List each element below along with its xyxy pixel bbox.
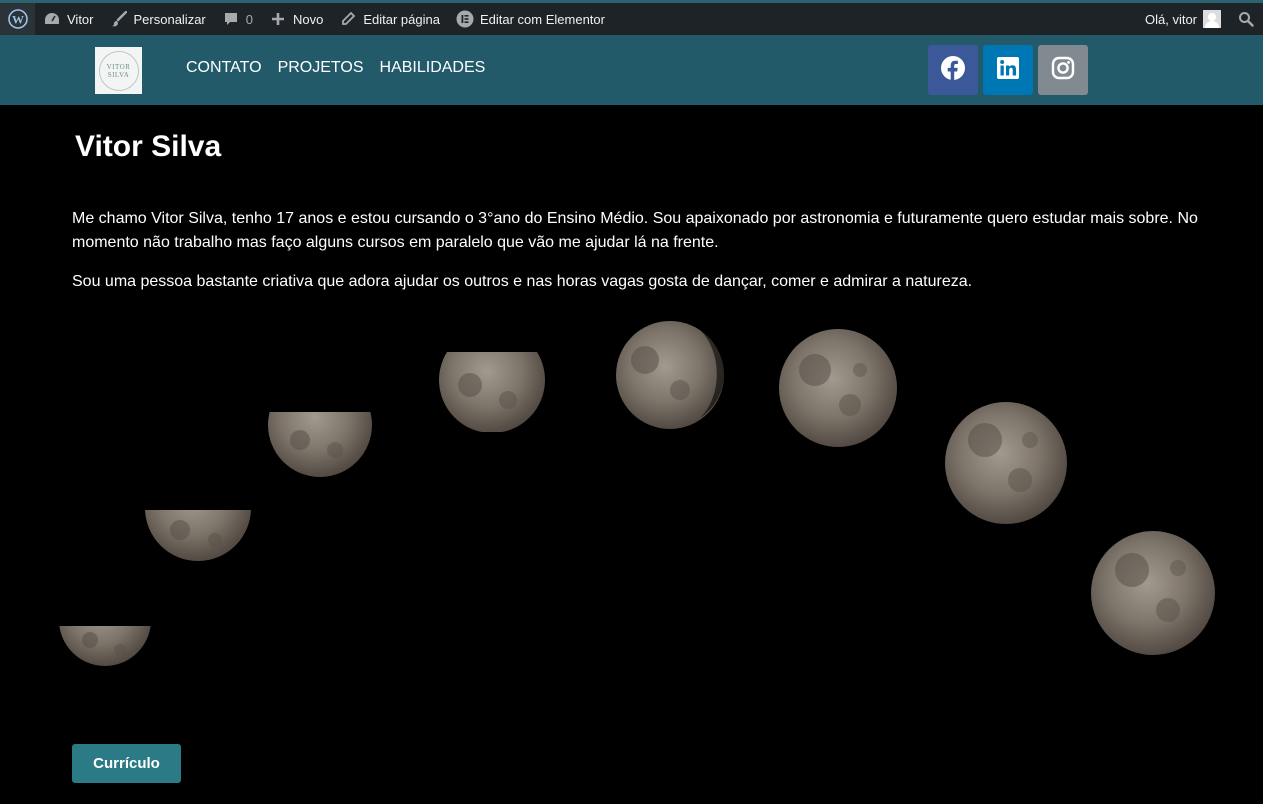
greeting-label: Olá, vitor <box>1144 11 1197 27</box>
site-name-label: Vitor <box>67 11 94 27</box>
pencil-icon <box>339 10 357 28</box>
new-content-menu[interactable]: Novo <box>261 3 331 35</box>
paintbrush-icon <box>110 10 128 28</box>
new-label: Novo <box>293 11 324 27</box>
logo-emblem: VITOR SILVA <box>98 50 139 91</box>
plus-icon <box>269 10 287 28</box>
linkedin-button[interactable] <box>983 45 1033 95</box>
moon-3 <box>268 412 372 477</box>
comment-icon <box>222 10 240 28</box>
instagram-button[interactable] <box>1038 45 1088 95</box>
logo-line-1: VITOR <box>106 62 131 71</box>
search-icon <box>1237 10 1255 28</box>
nav-item-habilidades[interactable]: HABILIDADES <box>380 59 486 77</box>
site-header: VITOR SILVA CONTATO PROJETOS HABILIDADES <box>0 35 1263 105</box>
edit-elementor-label: Editar com Elementor <box>479 11 605 27</box>
moon-phases-image <box>59 321 1215 666</box>
edit-page-menu[interactable]: Editar página <box>331 3 448 35</box>
wordpress-logo-icon[interactable]: W <box>0 3 35 35</box>
linkedin-icon <box>997 56 1019 84</box>
my-account-menu[interactable]: Olá, vitor <box>1137 3 1229 35</box>
site-name-menu[interactable]: Vitor <box>35 3 102 35</box>
nav-item-contato[interactable]: CONTATO <box>186 59 262 77</box>
moon-1 <box>59 626 151 666</box>
svg-text:W: W <box>12 13 24 27</box>
moon-4 <box>439 352 545 432</box>
instagram-icon <box>1051 56 1075 85</box>
intro-paragraph-2: Sou uma pessoa bastante criativa que ado… <box>72 273 973 290</box>
moon-8 <box>1091 531 1215 655</box>
admin-search[interactable] <box>1229 3 1263 35</box>
moon-7 <box>945 402 1067 524</box>
elementor-icon <box>456 10 474 28</box>
social-icons <box>928 45 1088 95</box>
edit-elementor-menu[interactable]: Editar com Elementor <box>448 3 613 35</box>
dashboard-icon <box>43 10 61 28</box>
site-logo[interactable]: VITOR SILVA <box>95 47 142 94</box>
moon-2 <box>145 510 251 561</box>
comments-menu[interactable]: 0 <box>214 3 261 35</box>
admin-bar: W Vitor Personalizar 0 Novo Editar págin… <box>0 0 1263 35</box>
customize-menu[interactable]: Personalizar <box>102 3 214 35</box>
comments-count: 0 <box>245 11 253 27</box>
edit-page-label: Editar página <box>363 11 440 27</box>
logo-line-2: SILVA <box>107 70 130 79</box>
nav-item-projetos[interactable]: PROJETOS <box>278 59 364 77</box>
page-title: Vitor Silva <box>75 130 222 163</box>
customize-label: Personalizar <box>133 11 206 27</box>
intro-paragraph-1: Me chamo Vitor Silva, tenho 17 anos e es… <box>72 210 1198 251</box>
facebook-button[interactable] <box>928 45 978 95</box>
curriculo-button[interactable]: Currículo <box>72 744 181 783</box>
moon-5 <box>616 321 725 429</box>
avatar <box>1203 10 1221 28</box>
moon-6 <box>779 329 897 447</box>
intro-text: Me chamo Vitor Silva, tenho 17 anos e es… <box>72 207 1212 309</box>
main-nav: CONTATO PROJETOS HABILIDADES <box>186 59 485 77</box>
facebook-icon <box>940 55 966 86</box>
